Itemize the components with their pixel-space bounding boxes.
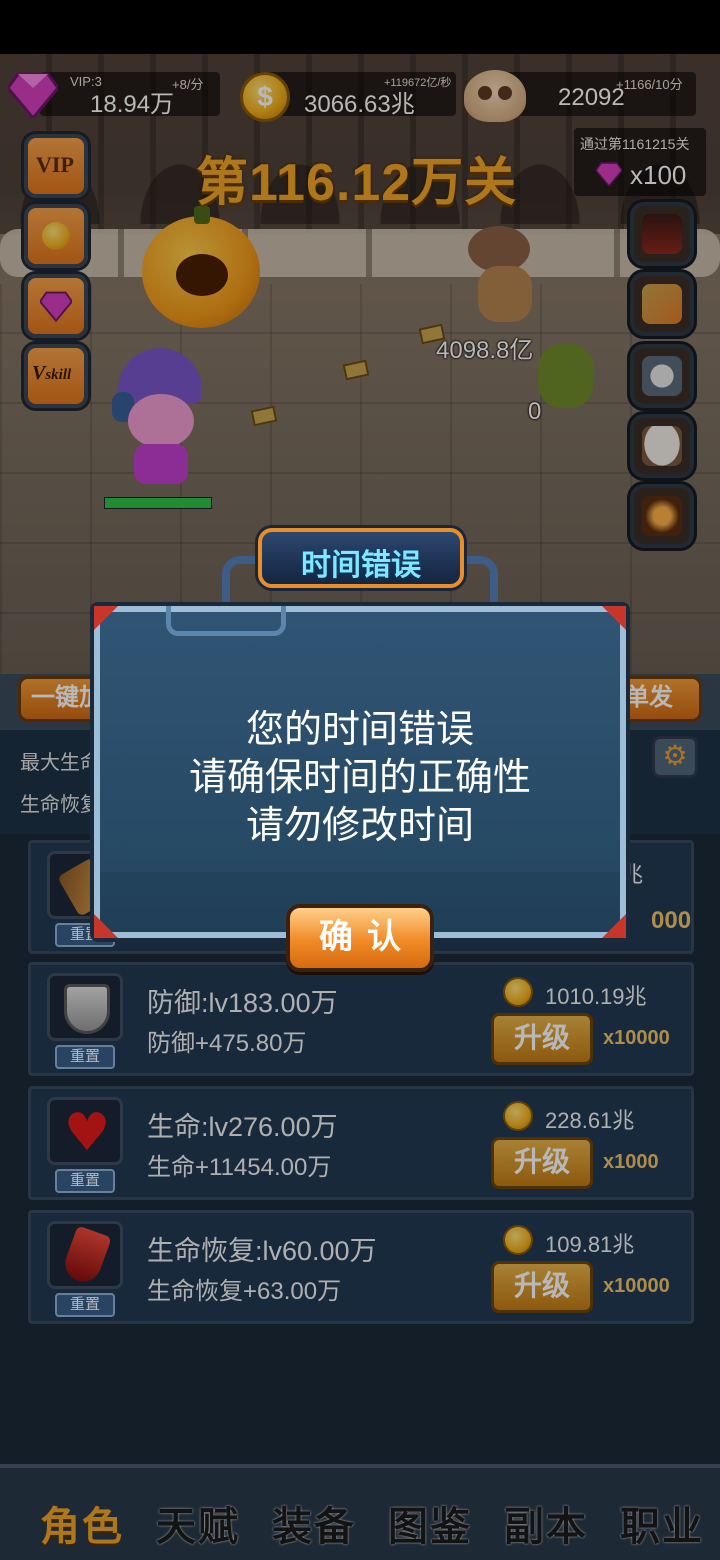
dialog-title: 时间错误 — [301, 549, 421, 582]
dialog-notch — [166, 606, 286, 636]
dialog-message-line-2: 请确保时间的正确性 — [188, 757, 531, 799]
time-error-dialog: 您的时间错误 请确保时间的正确性 请勿修改时间 — [94, 606, 626, 938]
dialog-corner — [602, 606, 626, 630]
dialog-corner — [94, 606, 118, 630]
dialog-title-plate: 时间错误 — [258, 528, 464, 588]
dialog-message-line-3: 请勿修改时间 — [245, 805, 474, 847]
dialog-message-line-1: 您的时间错误 — [245, 709, 474, 751]
status-bar — [0, 0, 720, 54]
dialog-corner — [602, 914, 626, 938]
confirm-button[interactable]: 确认 — [286, 904, 434, 972]
dialog-corner — [94, 914, 118, 938]
